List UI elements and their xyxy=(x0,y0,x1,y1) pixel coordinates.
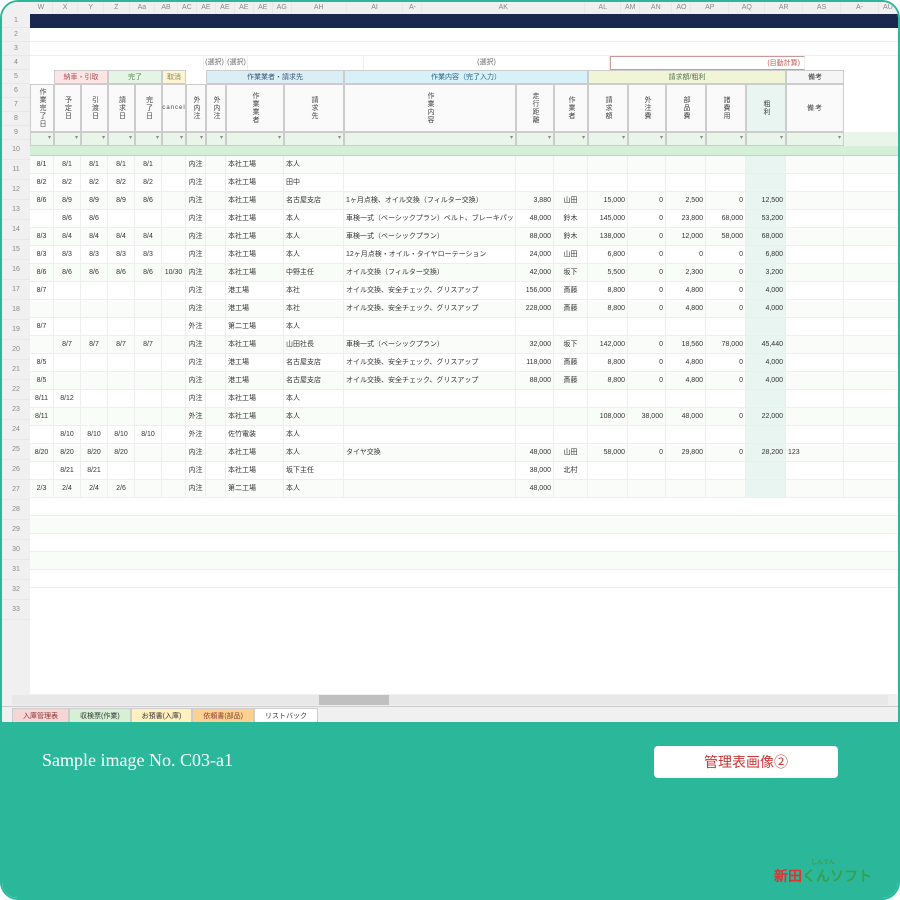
table-row[interactable]: 8/38/48/48/48/4内注本社工場本人車検一式（ベーシックプラン）88,… xyxy=(30,228,898,246)
table-row[interactable]: 8/38/38/38/38/3内注本社工場本人12ヶ月点検・オイル・タイヤローテ… xyxy=(30,246,898,264)
image-badge: 管理表画像② xyxy=(654,746,838,778)
table-row[interactable]: 8/68/98/98/98/6内注本社工場名古屋支店1ヶ月点検、オイル交換（フィ… xyxy=(30,192,898,210)
row-numbers: 1234567891011121314151617181920212223242… xyxy=(2,14,30,694)
spreadsheet-grid[interactable]: (選択) (選択) (選択) (目動計算) 納車・引取 完了 取消 作業業者・請… xyxy=(30,14,898,694)
tab-deposit[interactable]: お預書(入庫) xyxy=(131,708,193,723)
table-row[interactable]: 8/78/78/78/7内注本社工場山田社長車検一式（ベーシックプラン）32,0… xyxy=(30,336,898,354)
table-row[interactable]: 8/208/208/208/20内注本社工場本人タイヤ交換48,000山田58,… xyxy=(30,444,898,462)
table-row[interactable]: 8/68/6内注本社工場本人車検一式（ベーシックプラン）ベルト、ブレーキパッド、… xyxy=(30,210,898,228)
caption-panel: Sample image No. C03-a1 管理表画像② しんでん 新田くん… xyxy=(2,722,898,900)
table-row[interactable]: 8/68/68/68/68/610/30内注本社工場中野主任オイル交換（フィルタ… xyxy=(30,264,898,282)
sample-label: Sample image No. C03-a1 xyxy=(42,750,233,771)
table-row[interactable]: 8/7外注第二工場本人 xyxy=(30,318,898,336)
column-letters: WXYZAaABACAEAEAEAEAGAHAIA-AKALAMANAOAPAQ… xyxy=(2,2,898,14)
horizontal-scrollbar[interactable] xyxy=(2,694,898,706)
group-headers: 納車・引取 完了 取消 作業業者・請求先 作業内容（完了入力） 請求額/粗利 備… xyxy=(30,70,898,84)
table-row[interactable]: 8/5内注港工場名古屋支店オイル交換、安全チェック、グリスアップ118,000斎… xyxy=(30,354,898,372)
table-row[interactable]: 8/11外注本社工場本人108,00038,00048,000022,000 xyxy=(30,408,898,426)
table-row[interactable]: 内注港工場本社オイル交換、安全チェック、グリスアップ228,000斎藤8,800… xyxy=(30,300,898,318)
table-row[interactable]: 8/18/18/18/18/1内注本社工場本人 xyxy=(30,156,898,174)
table-row[interactable]: 8/28/28/28/28/2内注本社工場田中 xyxy=(30,174,898,192)
table-row[interactable]: 2/32/42/42/6内注第二工場本人48,000 xyxy=(30,480,898,498)
table-row[interactable]: 8/218/21内注本社工場坂下主任38,000北村 xyxy=(30,462,898,480)
tab-listback[interactable]: リストバック xyxy=(254,708,318,723)
brand-logo: しんでん 新田くんソフト xyxy=(774,860,872,886)
column-headers: 作業完了日 予定日 引渡日 請求日 完了日 cancel 外内注 外内注 作業業… xyxy=(30,84,898,132)
tab-inspection[interactable]: 収検票(作業) xyxy=(69,708,131,723)
row-1-bar xyxy=(30,14,898,28)
tab-management[interactable]: 入庫管理表 xyxy=(12,708,69,723)
table-row[interactable]: 8/118/12内注本社工場本人 xyxy=(30,390,898,408)
table-row[interactable]: 8/108/108/108/10外注佐竹電装本人 xyxy=(30,426,898,444)
table-row[interactable]: 8/7内注港工場本社オイル交換、安全チェック、グリスアップ156,000斎藤8,… xyxy=(30,282,898,300)
select-row: (選択) (選択) (選択) (目動計算) xyxy=(30,56,898,70)
filter-row[interactable] xyxy=(30,132,898,146)
tab-request[interactable]: 依頼書(部品) xyxy=(192,708,254,723)
table-row[interactable]: 8/5内注港工場名古屋支店オイル交換、安全チェック、グリスアップ88,000斎藤… xyxy=(30,372,898,390)
